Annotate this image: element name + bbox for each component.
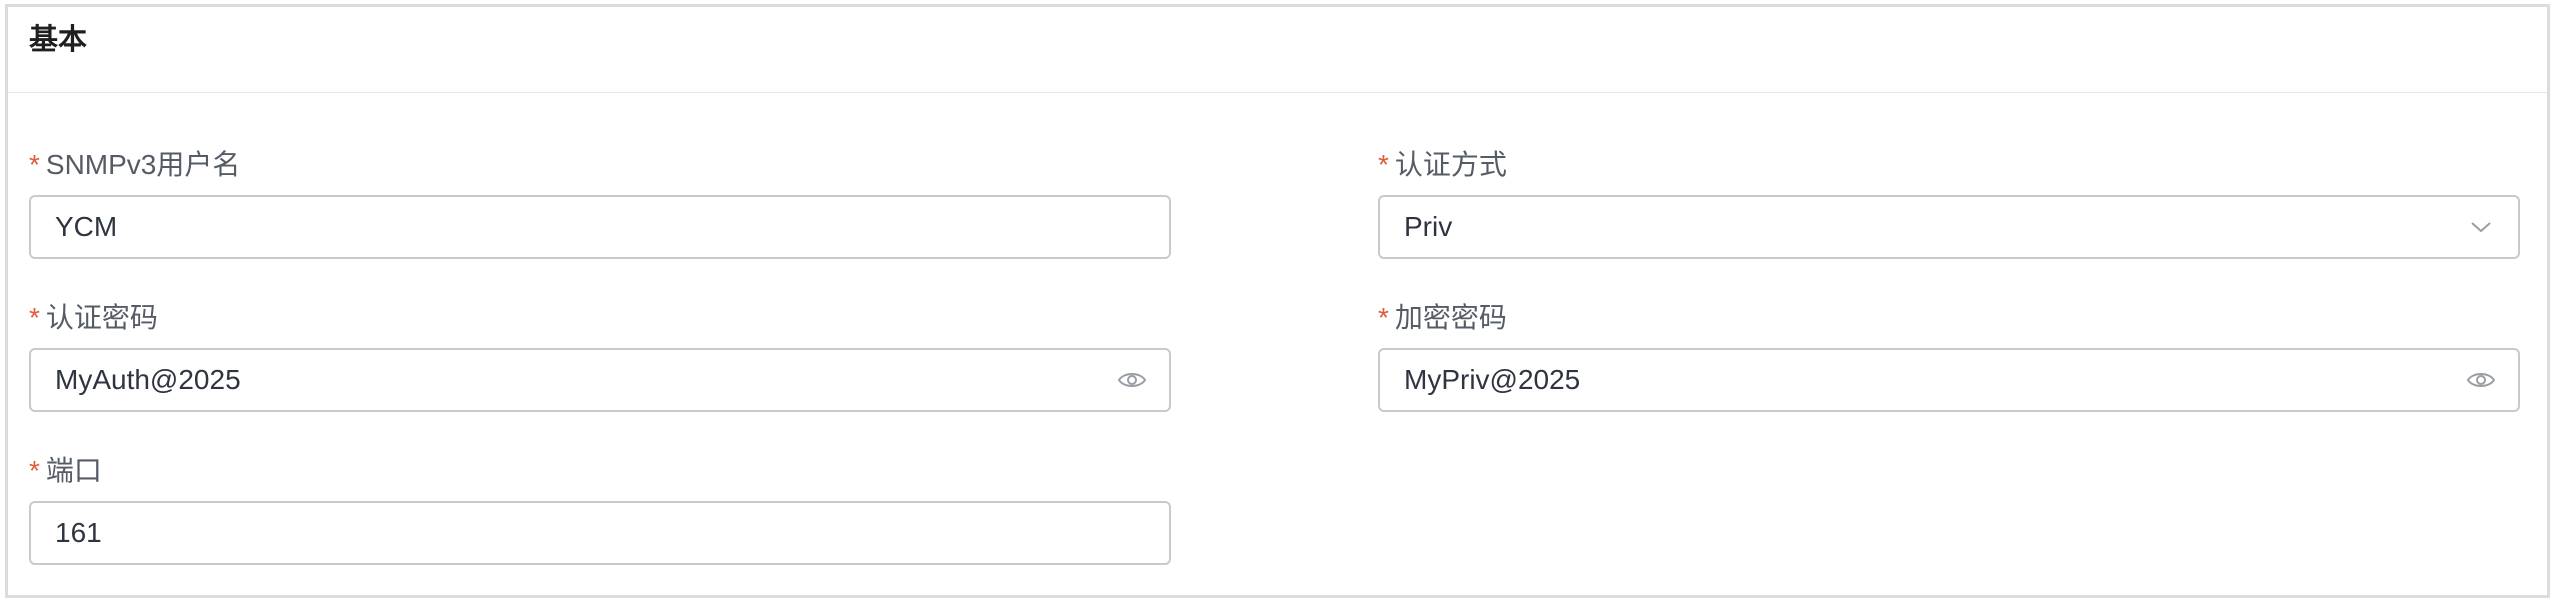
snmp-username-label-text: SNMPv3用户名 <box>45 149 241 180</box>
priv-password-label-text: 加密密码 <box>1394 302 1507 333</box>
auth-password-label-text: 认证密码 <box>45 302 158 333</box>
priv-password-label: * 加密密码 <box>1378 298 1507 338</box>
required-mark: * <box>1378 149 1389 180</box>
panel-header: 基本 <box>8 7 2547 93</box>
eye-icon[interactable] <box>1117 366 1147 394</box>
auth-method-value: Priv <box>1404 211 1453 242</box>
eye-icon[interactable] <box>2466 366 2496 394</box>
required-mark: * <box>29 455 40 486</box>
auth-method-select[interactable]: Priv <box>1378 195 2520 259</box>
priv-password-input[interactable]: MyPriv@2025 <box>1378 348 2520 412</box>
auth-method-label-text: 认证方式 <box>1394 149 1507 180</box>
snmp-username-label: * SNMPv3用户名 <box>29 145 240 185</box>
section-title: 基本 <box>29 24 88 56</box>
basic-settings-panel: 基本 * SNMPv3用户名 YCM * 认证方式 Priv * 认证密码 My… <box>5 4 2550 598</box>
snmp-username-input[interactable]: YCM <box>29 195 1171 259</box>
priv-password-value: MyPriv@2025 <box>1404 364 1581 395</box>
port-label-text: 端口 <box>45 455 102 486</box>
auth-password-input[interactable]: MyAuth@2025 <box>29 348 1171 412</box>
auth-password-value: MyAuth@2025 <box>55 364 241 395</box>
port-label: * 端口 <box>29 451 102 491</box>
auth-password-label: * 认证密码 <box>29 298 158 338</box>
required-mark: * <box>29 149 40 180</box>
required-mark: * <box>29 302 40 333</box>
snmp-username-value: YCM <box>55 211 118 242</box>
chevron-down-icon <box>2466 213 2496 241</box>
port-value: 161 <box>55 517 102 548</box>
port-input[interactable]: 161 <box>29 501 1171 565</box>
auth-method-label: * 认证方式 <box>1378 145 1507 185</box>
required-mark: * <box>1378 302 1389 333</box>
